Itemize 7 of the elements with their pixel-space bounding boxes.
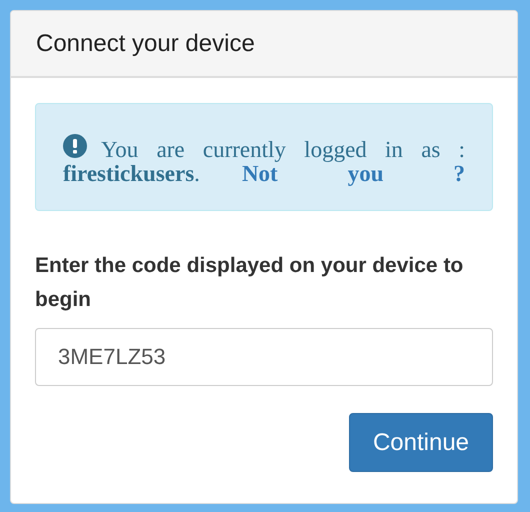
continue-button[interactable]: Continue xyxy=(349,413,493,472)
code-label: Enter the code displayed on your device to begin xyxy=(35,253,464,314)
exclamation-icon xyxy=(63,134,87,158)
panel-title: Connect your device xyxy=(36,30,255,58)
login-message: You are currently logged in as : firestickusers. Not you ? xyxy=(63,134,465,186)
not-you-link[interactable]: Not you ? xyxy=(242,161,466,186)
code-input[interactable]: 3ME7LZ53 xyxy=(35,328,493,386)
